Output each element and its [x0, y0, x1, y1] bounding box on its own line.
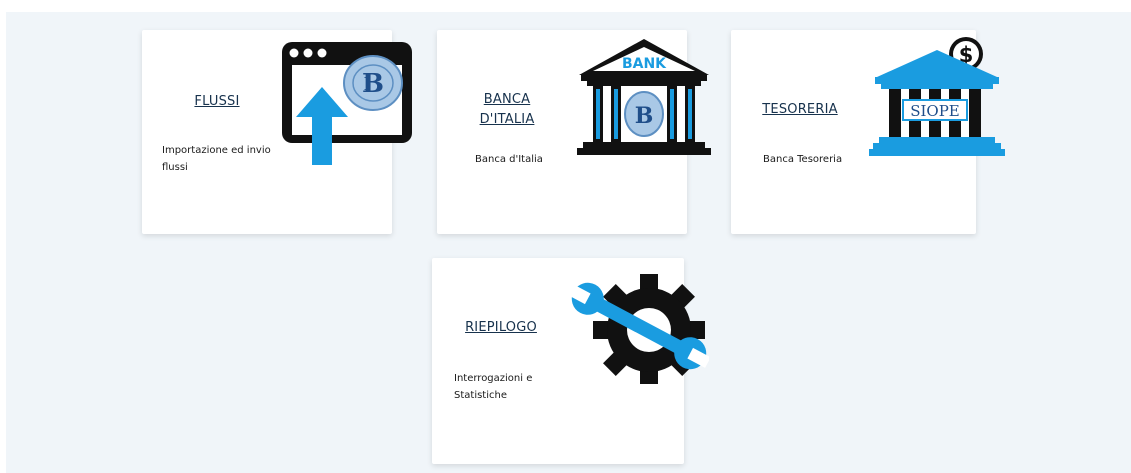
bank-building-icon: BANK B [577, 39, 711, 155]
card-riepilogo-title[interactable]: RIEPILOGO [460, 318, 542, 338]
card-flussi[interactable]: FLUSSI Importazione ed invio flussi B I [142, 30, 412, 234]
card-flussi-title[interactable]: FLUSSI [172, 92, 262, 112]
card-tesoreria[interactable]: TESORERIA Banca Tesoreria $ SIOPE [731, 30, 1005, 234]
gear-wrench-icon [569, 274, 709, 384]
upload-window-icon: B I [282, 42, 412, 165]
card-banca-italia-title[interactable]: BANCA D'ITALIA [467, 90, 547, 130]
card-riepilogo-description: Interrogazioni e Statistiche [454, 373, 533, 401]
card-riepilogo[interactable]: RIEPILOGO Interrogazioni e Statistiche [432, 258, 709, 464]
card-flussi-description: Importazione ed invio flussi [162, 145, 271, 173]
card-tesoreria-description: Banca Tesoreria [763, 154, 843, 165]
card-tesoreria-title[interactable]: TESORERIA [759, 100, 841, 120]
svg-text:B: B [635, 103, 654, 129]
svg-text:BANK: BANK [622, 56, 667, 72]
card-banca-italia-description: Banca d'Italia [475, 154, 543, 165]
svg-text:I: I [363, 74, 370, 95]
dashboard-area: FLUSSI Importazione ed invio flussi B I … [6, 12, 1131, 473]
svg-text:SIOPE: SIOPE [910, 102, 960, 120]
treasury-building-icon: $ SIOPE [869, 37, 1005, 156]
card-banca-italia[interactable]: BANCA D'ITALIA Banca d'Italia BANK B [437, 30, 711, 234]
